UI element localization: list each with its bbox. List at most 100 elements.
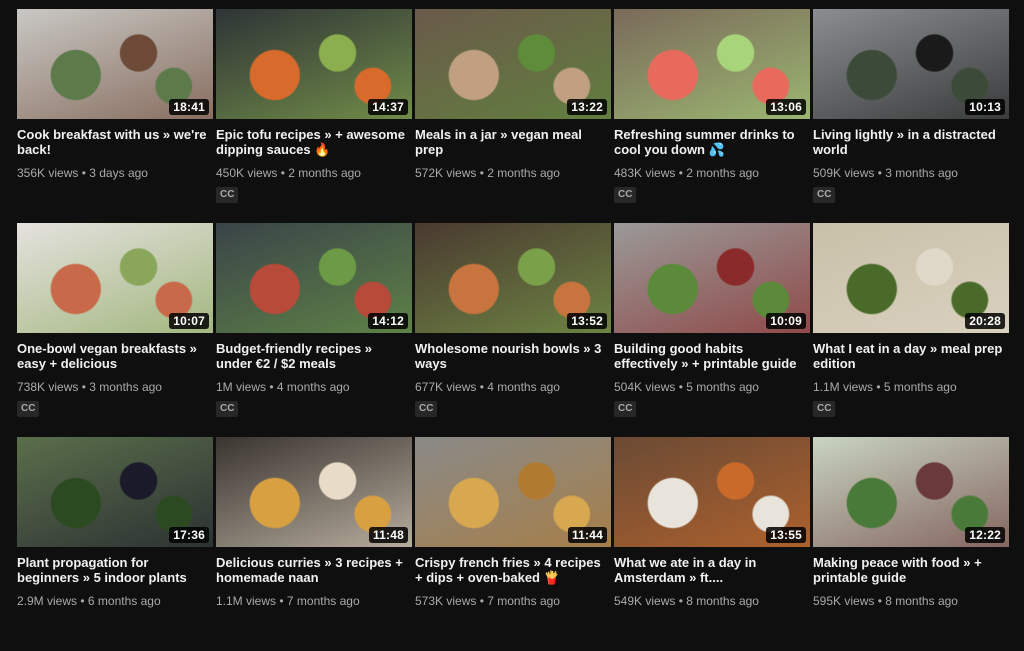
video-thumbnail[interactable]: 12:22 bbox=[813, 437, 1009, 547]
video-card[interactable]: 17:36 Plant propagation for beginners » 5… bbox=[17, 437, 213, 651]
video-title[interactable]: Refreshing summer drinks to cool you dow… bbox=[614, 127, 804, 157]
video-title[interactable]: Epic tofu recipes » + awesome dipping sa… bbox=[216, 127, 406, 157]
video-card[interactable]: 14:37 Epic tofu recipes » + awesome dippi… bbox=[216, 9, 412, 223]
video-duration: 14:12 bbox=[368, 313, 408, 329]
upload-age: 8 months ago bbox=[686, 594, 759, 608]
view-count: 549K views bbox=[614, 594, 676, 608]
view-count: 450K views bbox=[216, 166, 278, 180]
video-duration: 12:22 bbox=[965, 527, 1005, 543]
video-card[interactable]: 13:52 Wholesome nourish bowls » 3 ways 677… bbox=[415, 223, 611, 437]
view-count: 483K views bbox=[614, 166, 676, 180]
video-title[interactable]: Living lightly » in a distracted world bbox=[813, 127, 1003, 157]
video-thumbnail[interactable]: 10:13 bbox=[813, 9, 1009, 119]
video-metadata: 483K views • 2 months ago bbox=[614, 166, 810, 180]
view-count: 1.1M views bbox=[813, 380, 874, 394]
video-thumbnail[interactable]: 20:28 bbox=[813, 223, 1009, 333]
video-title[interactable]: Making peace with food » + printable gui… bbox=[813, 555, 1003, 585]
video-metadata: 573K views • 7 months ago bbox=[415, 594, 611, 608]
video-metadata: 504K views • 5 months ago bbox=[614, 380, 810, 394]
view-count: 509K views bbox=[813, 166, 875, 180]
meta-separator: • bbox=[266, 380, 277, 394]
video-thumbnail[interactable]: 13:55 bbox=[614, 437, 810, 547]
video-title[interactable]: Building good habits effectively » + pri… bbox=[614, 341, 804, 371]
video-duration: 13:06 bbox=[766, 99, 806, 115]
view-count: 595K views bbox=[813, 594, 875, 608]
view-count: 677K views bbox=[415, 380, 477, 394]
view-count: 2.9M views bbox=[17, 594, 78, 608]
closed-captions-badge: CC bbox=[415, 401, 438, 417]
closed-captions-badge: CC bbox=[614, 187, 637, 203]
view-count: 1M views bbox=[216, 380, 267, 394]
meta-separator: • bbox=[78, 166, 90, 180]
video-metadata: 549K views • 8 months ago bbox=[614, 594, 810, 608]
video-metadata: 356K views • 3 days ago bbox=[17, 166, 213, 180]
video-card[interactable]: 12:22 Making peace with food » + printabl… bbox=[813, 437, 1009, 651]
video-duration: 11:48 bbox=[368, 527, 408, 543]
view-count: 1.1M views bbox=[216, 594, 277, 608]
upload-age: 4 months ago bbox=[276, 380, 350, 394]
video-thumbnail[interactable]: 13:52 bbox=[415, 223, 611, 333]
video-title[interactable]: What I eat in a day » meal prep edition bbox=[813, 341, 1003, 371]
video-card[interactable]: 20:28 What I eat in a day » meal prep edi… bbox=[813, 223, 1009, 437]
video-thumbnail[interactable]: 13:22 bbox=[415, 9, 611, 119]
video-duration: 14:37 bbox=[368, 99, 408, 115]
video-thumbnail[interactable]: 13:06 bbox=[614, 9, 810, 119]
video-card[interactable]: 14:12 Budget-friendly recipes » under €2 … bbox=[216, 223, 412, 437]
video-thumbnail[interactable]: 10:09 bbox=[614, 223, 810, 333]
video-title[interactable]: One-bowl vegan breakfasts » easy + delic… bbox=[17, 341, 207, 371]
view-count: 572K views bbox=[415, 166, 477, 180]
video-card[interactable]: 11:48 Delicious curries » 3 recipes + hom… bbox=[216, 437, 412, 651]
video-title[interactable]: What we ate in a day in Amsterdam » ft..… bbox=[614, 555, 804, 585]
video-title[interactable]: Delicious curries » 3 recipes + homemade… bbox=[216, 555, 406, 585]
video-metadata: 595K views • 8 months ago bbox=[813, 594, 1009, 608]
video-metadata: 1.1M views • 5 months ago bbox=[813, 380, 1009, 394]
video-card[interactable]: 10:09 Building good habits effectively » … bbox=[614, 223, 810, 437]
video-thumbnail[interactable]: 10:07 bbox=[17, 223, 213, 333]
video-duration: 18:41 bbox=[169, 99, 209, 115]
video-duration: 10:13 bbox=[965, 99, 1005, 115]
upload-age: 2 months ago bbox=[288, 166, 361, 180]
video-metadata: 572K views • 2 months ago bbox=[415, 166, 611, 180]
meta-separator: • bbox=[873, 380, 884, 394]
upload-age: 8 months ago bbox=[885, 594, 958, 608]
view-count: 738K views bbox=[17, 380, 79, 394]
video-thumbnail[interactable]: 11:48 bbox=[216, 437, 412, 547]
upload-age: 3 days ago bbox=[89, 166, 148, 180]
view-count: 356K views bbox=[17, 166, 79, 180]
closed-captions-badge: CC bbox=[216, 187, 239, 203]
video-thumbnail[interactable]: 18:41 bbox=[17, 9, 213, 119]
video-thumbnail[interactable]: 17:36 bbox=[17, 437, 213, 547]
upload-age: 2 months ago bbox=[487, 166, 560, 180]
video-card[interactable]: 10:07 One-bowl vegan breakfasts » easy + … bbox=[17, 223, 213, 437]
video-title[interactable]: Plant propagation for beginners » 5 indo… bbox=[17, 555, 207, 585]
video-card[interactable]: 13:22 Meals in a jar » vegan meal prep 572… bbox=[415, 9, 611, 223]
video-metadata: 677K views • 4 months ago bbox=[415, 380, 611, 394]
video-thumbnail[interactable]: 14:37 bbox=[216, 9, 412, 119]
video-metadata: 2.9M views • 6 months ago bbox=[17, 594, 213, 608]
video-title[interactable]: Wholesome nourish bowls » 3 ways bbox=[415, 341, 605, 371]
video-thumbnail[interactable]: 11:44 bbox=[415, 437, 611, 547]
video-card[interactable]: 18:41 Cook breakfast with us » we're back… bbox=[17, 9, 213, 223]
video-card[interactable]: 10:13 Living lightly » in a distracted wo… bbox=[813, 9, 1009, 223]
video-metadata: 1.1M views • 7 months ago bbox=[216, 594, 412, 608]
meta-separator: • bbox=[874, 594, 886, 608]
upload-age: 6 months ago bbox=[87, 594, 161, 608]
closed-captions-badge: CC bbox=[813, 401, 836, 417]
video-title[interactable]: Crispy french fries » 4 recipes + dips +… bbox=[415, 555, 605, 585]
view-count: 504K views bbox=[614, 380, 676, 394]
video-card[interactable]: 13:06 Refreshing summer drinks to cool yo… bbox=[614, 9, 810, 223]
video-title[interactable]: Budget-friendly recipes » under €2 / $2 … bbox=[216, 341, 406, 371]
video-metadata: 450K views • 2 months ago bbox=[216, 166, 412, 180]
video-duration: 17:36 bbox=[169, 527, 209, 543]
video-title[interactable]: Meals in a jar » vegan meal prep bbox=[415, 127, 605, 157]
video-grid: 18:41 Cook breakfast with us » we're back… bbox=[17, 9, 1009, 651]
video-duration: 13:55 bbox=[766, 527, 806, 543]
video-thumbnail[interactable]: 14:12 bbox=[216, 223, 412, 333]
meta-separator: • bbox=[476, 380, 488, 394]
video-title[interactable]: Cook breakfast with us » we're back! bbox=[17, 127, 207, 157]
upload-age: 4 months ago bbox=[487, 380, 560, 394]
video-card[interactable]: 11:44 Crispy french fries » 4 recipes + d… bbox=[415, 437, 611, 651]
upload-age: 5 months ago bbox=[883, 380, 957, 394]
video-card[interactable]: 13:55 What we ate in a day in Amsterdam »… bbox=[614, 437, 810, 651]
video-metadata: 738K views • 3 months ago bbox=[17, 380, 213, 394]
